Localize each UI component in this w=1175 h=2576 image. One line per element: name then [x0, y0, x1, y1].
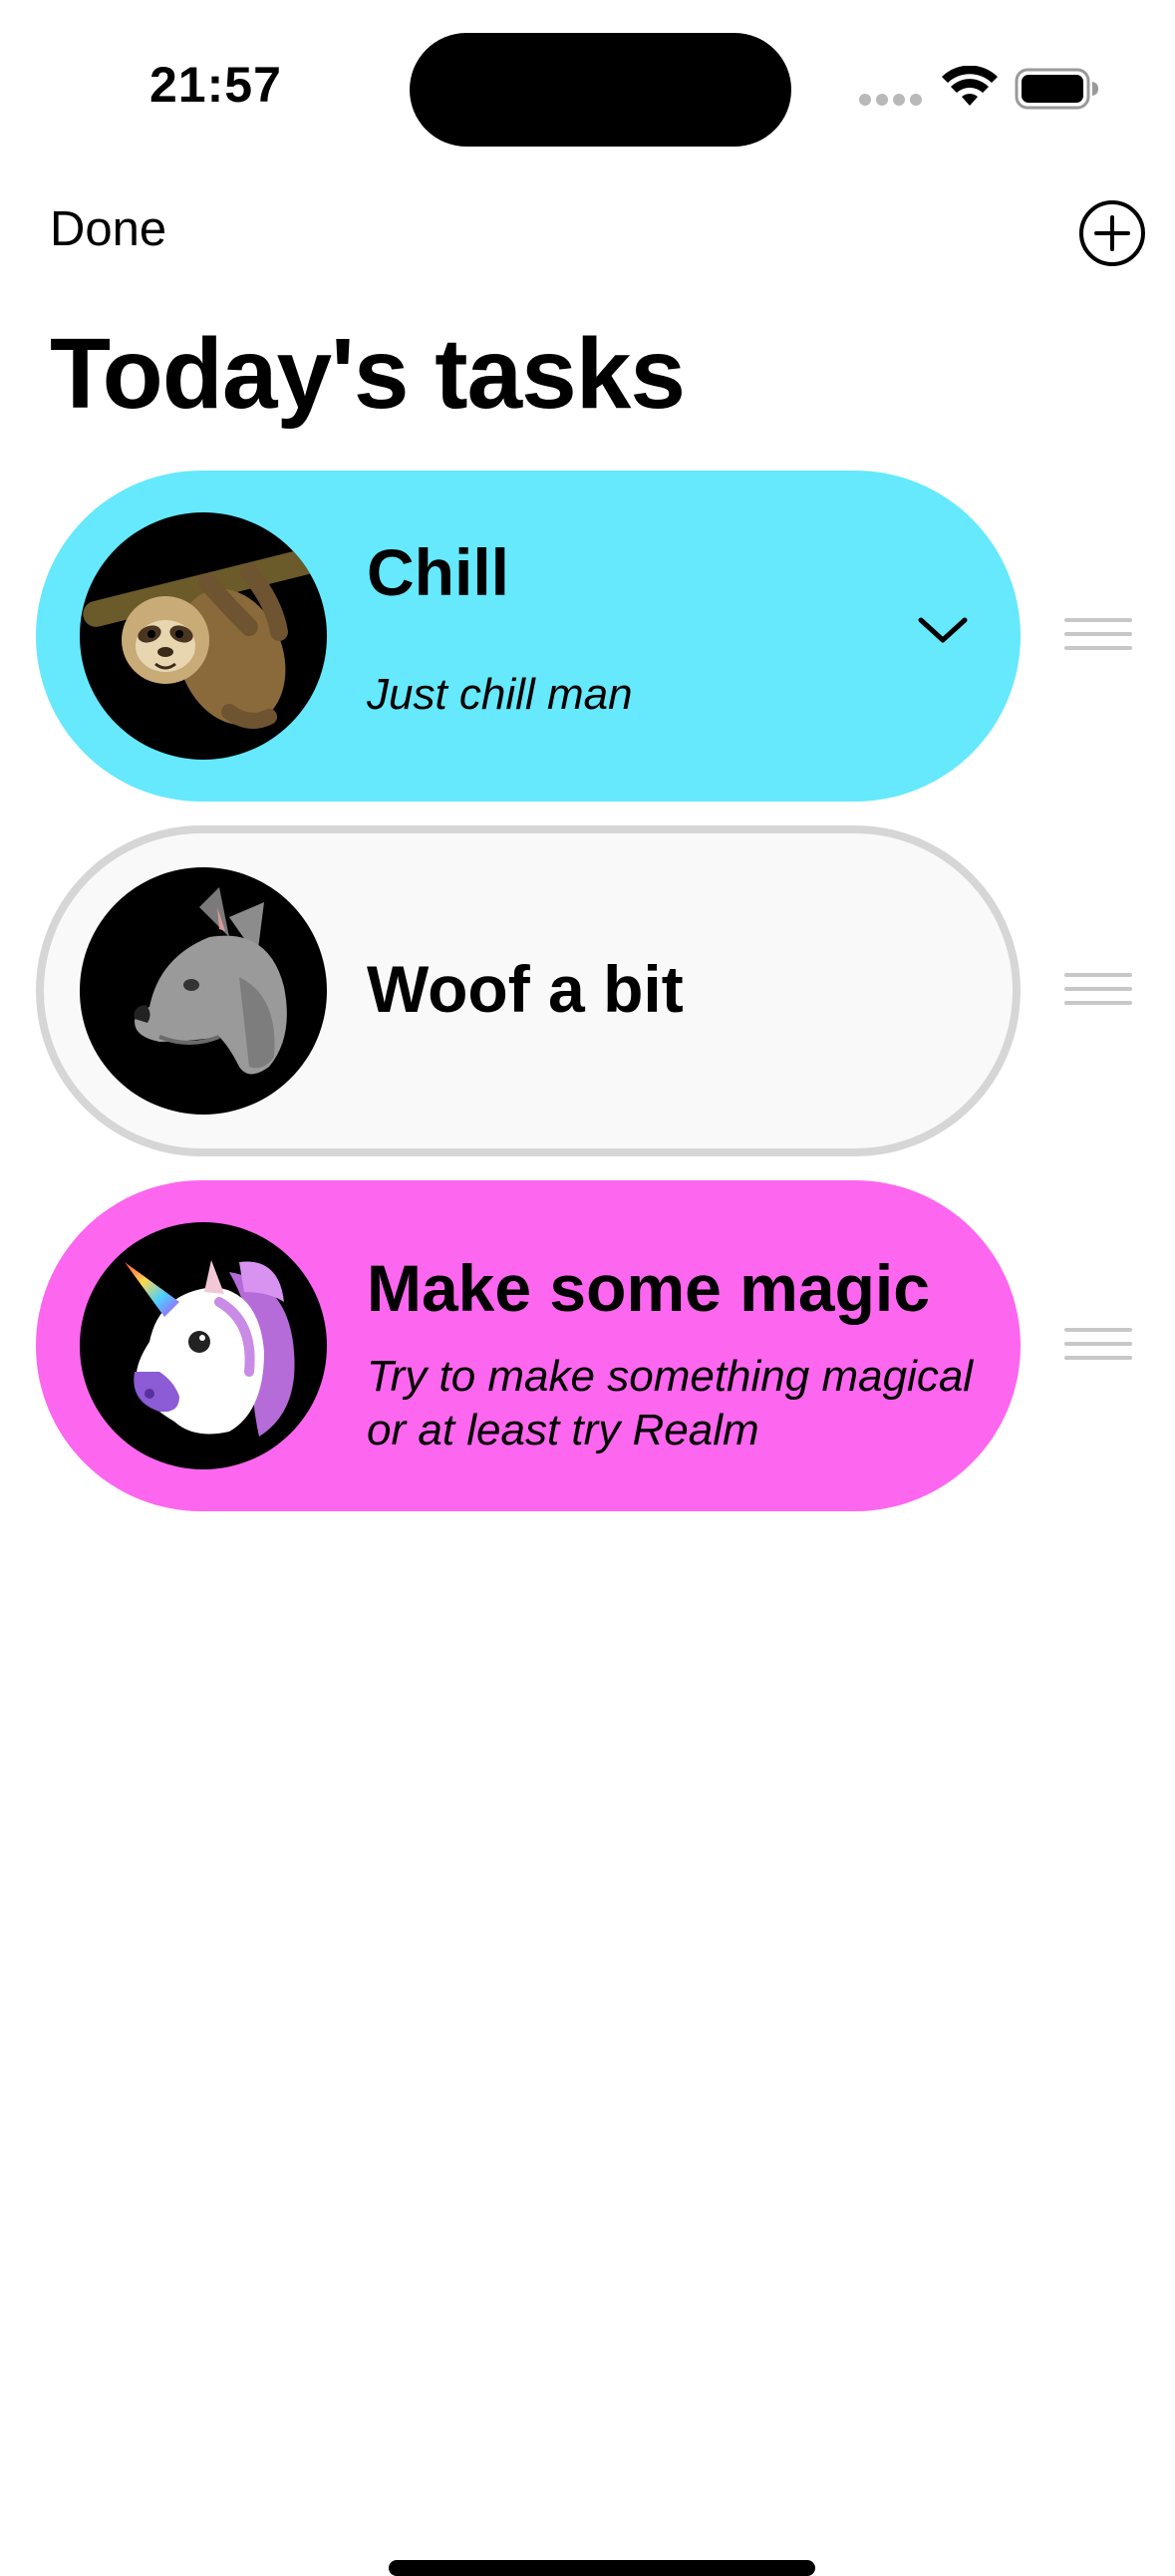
done-button[interactable]: Done: [50, 201, 166, 257]
drag-handle-icon[interactable]: [1064, 1328, 1132, 1372]
task-title: Make some magic: [367, 1251, 930, 1325]
unicorn-icon: [80, 1222, 327, 1469]
task-card-magic[interactable]: Make some magic Try to make something ma…: [36, 1180, 1021, 1511]
task-title: Woof a bit: [367, 952, 684, 1026]
task-description: Just chill man: [367, 670, 633, 719]
page-title: Today's tasks: [50, 318, 686, 430]
task-description: Try to make something magical or at leas…: [367, 1352, 974, 1454]
plus-circle-icon[interactable]: [1078, 199, 1146, 267]
task-title: Chill: [367, 535, 509, 609]
sloth-icon: [80, 512, 327, 760]
wolf-icon: [80, 867, 327, 1115]
wifi-icon: [942, 66, 998, 106]
status-time: 21:57: [149, 57, 282, 113]
task-card-chill[interactable]: Chill Just chill man: [36, 471, 1021, 802]
status-bar: 21:57: [0, 0, 1175, 150]
task-card-woof[interactable]: Woof a bit: [36, 825, 1021, 1156]
drag-handle-icon[interactable]: [1064, 973, 1132, 1017]
battery-icon: [1015, 68, 1098, 110]
cellular-signal-icon: [859, 94, 923, 108]
drag-handle-icon[interactable]: [1064, 618, 1132, 662]
chevron-down-icon[interactable]: [913, 610, 973, 650]
dynamic-island: [410, 33, 791, 147]
home-indicator[interactable]: [389, 2560, 815, 2576]
